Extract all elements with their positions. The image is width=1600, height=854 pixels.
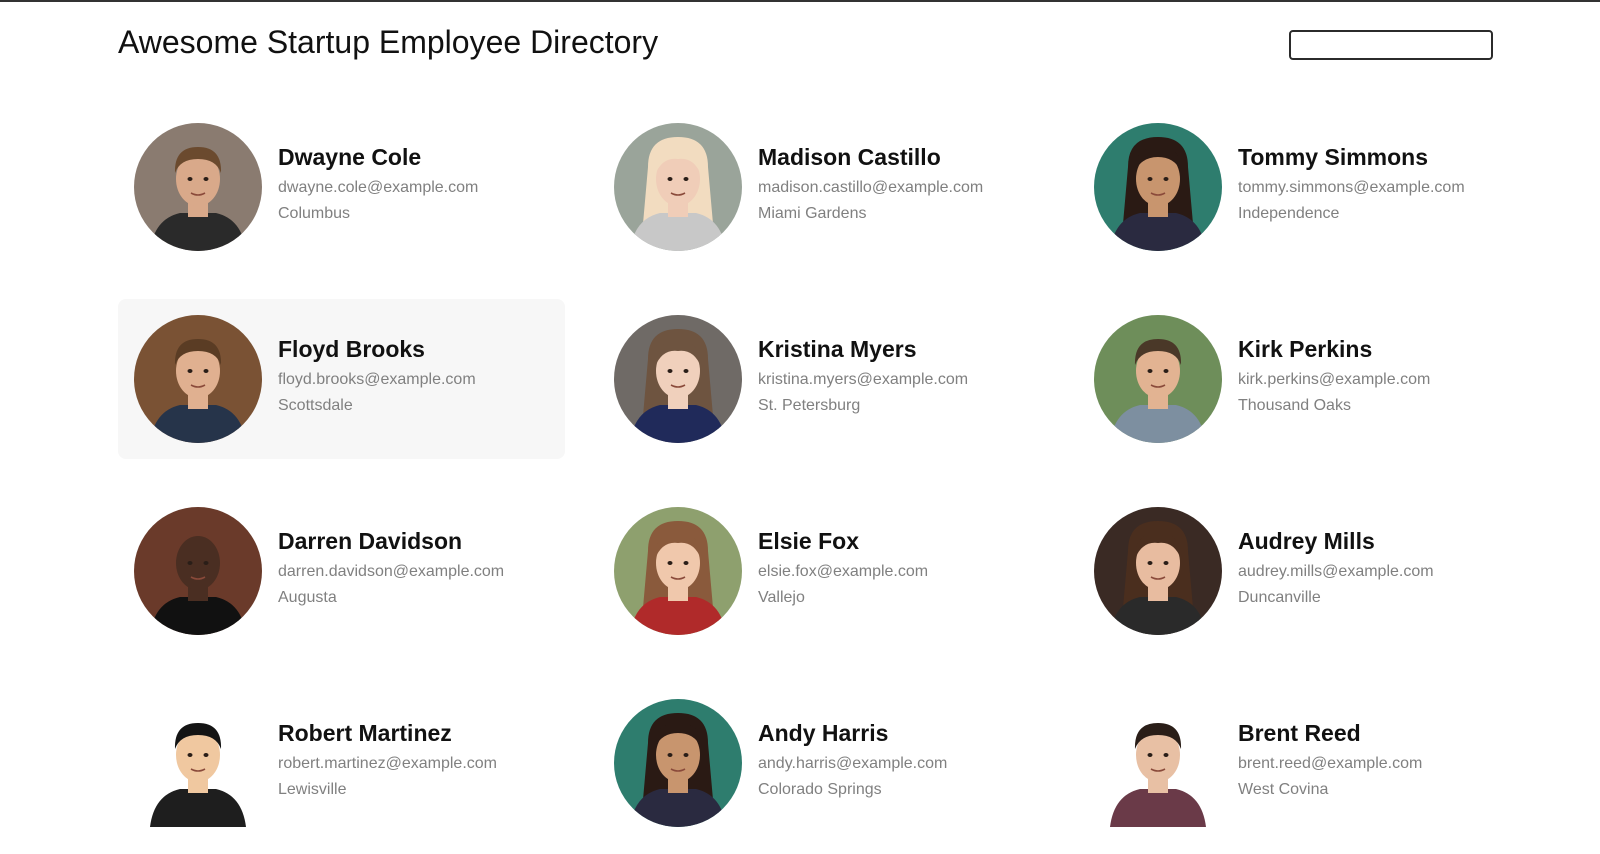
employee-city: Augusta bbox=[278, 589, 337, 606]
avatar bbox=[1094, 315, 1222, 443]
employee-card[interactable]: Kirk Perkins kirk.perkins@example.com Th… bbox=[1078, 299, 1525, 459]
avatar-portrait bbox=[1094, 123, 1222, 251]
avatar bbox=[614, 315, 742, 443]
employee-name: Kirk Perkins bbox=[1238, 336, 1373, 362]
employee-city: Scottsdale bbox=[278, 397, 353, 414]
employee-city: Columbus bbox=[278, 205, 351, 222]
employee-name: Elsie Fox bbox=[758, 528, 859, 554]
avatar-portrait bbox=[1094, 699, 1222, 827]
employee-grid: Dwayne Cole dwayne.cole@example.com Colu… bbox=[118, 107, 1518, 843]
avatar-portrait bbox=[614, 315, 742, 443]
employee-city: Independence bbox=[1238, 205, 1340, 222]
employee-name: Audrey Mills bbox=[1238, 528, 1375, 554]
employee-name: Tommy Simmons bbox=[1238, 144, 1428, 170]
employee-email: kirk.perkins@example.com bbox=[1238, 371, 1431, 388]
employee-card[interactable]: Robert Martinez robert.martinez@example.… bbox=[118, 683, 565, 843]
employee-name: Floyd Brooks bbox=[278, 336, 425, 362]
employee-email: dwayne.cole@example.com bbox=[278, 179, 479, 196]
employee-email: tommy.simmons@example.com bbox=[1238, 179, 1465, 196]
avatar bbox=[614, 699, 742, 827]
employee-info: Kirk Perkins kirk.perkins@example.com Th… bbox=[1238, 335, 1430, 419]
avatar-portrait bbox=[134, 699, 262, 827]
employee-email: elsie.fox@example.com bbox=[758, 563, 929, 580]
employee-email: darren.davidson@example.com bbox=[278, 563, 505, 580]
employee-email: audrey.mills@example.com bbox=[1238, 563, 1434, 580]
employee-card[interactable]: Brent Reed brent.reed@example.com West C… bbox=[1078, 683, 1525, 843]
employee-city: Vallejo bbox=[758, 589, 805, 606]
avatar-portrait bbox=[614, 123, 742, 251]
avatar bbox=[134, 699, 262, 827]
avatar bbox=[1094, 507, 1222, 635]
avatar bbox=[614, 507, 742, 635]
avatar-portrait bbox=[134, 315, 262, 443]
avatar-portrait bbox=[614, 699, 742, 827]
employee-info: Robert Martinez robert.martinez@example.… bbox=[278, 719, 497, 803]
employee-card[interactable]: Audrey Mills audrey.mills@example.com Du… bbox=[1078, 491, 1525, 651]
employee-city: West Covina bbox=[1238, 781, 1329, 798]
employee-email: andy.harris@example.com bbox=[758, 755, 948, 772]
employee-city: Miami Gardens bbox=[758, 205, 867, 222]
avatar bbox=[134, 315, 262, 443]
employee-name: Darren Davidson bbox=[278, 528, 463, 554]
employee-city: Thousand Oaks bbox=[1238, 397, 1351, 414]
employee-info: Madison Castillo madison.castillo@exampl… bbox=[758, 143, 983, 227]
employee-info: Brent Reed brent.reed@example.com West C… bbox=[1238, 719, 1422, 803]
avatar bbox=[134, 507, 262, 635]
avatar-portrait bbox=[1094, 315, 1222, 443]
employee-email: robert.martinez@example.com bbox=[278, 755, 497, 772]
employee-card[interactable]: Madison Castillo madison.castillo@exampl… bbox=[598, 107, 1045, 267]
employee-card[interactable]: Tommy Simmons tommy.simmons@example.com … bbox=[1078, 107, 1525, 267]
employee-info: Darren Davidson darren.davidson@example.… bbox=[278, 527, 504, 611]
avatar-portrait bbox=[614, 507, 742, 635]
employee-card[interactable]: Floyd Brooks floyd.brooks@example.com Sc… bbox=[118, 299, 565, 459]
employee-info: Tommy Simmons tommy.simmons@example.com … bbox=[1238, 143, 1465, 227]
employee-info: Audrey Mills audrey.mills@example.com Du… bbox=[1238, 527, 1434, 611]
employee-card[interactable]: Andy Harris andy.harris@example.com Colo… bbox=[598, 683, 1045, 843]
avatar-portrait bbox=[1094, 507, 1222, 635]
search-input[interactable] bbox=[1289, 30, 1493, 60]
employee-city: Duncanville bbox=[1238, 589, 1321, 606]
employee-name: Andy Harris bbox=[758, 720, 889, 746]
employee-name: Brent Reed bbox=[1238, 720, 1361, 746]
employee-info: Floyd Brooks floyd.brooks@example.com Sc… bbox=[278, 335, 476, 419]
avatar bbox=[1094, 699, 1222, 827]
employee-name: Robert Martinez bbox=[278, 720, 452, 746]
avatar bbox=[614, 123, 742, 251]
employee-info: Elsie Fox elsie.fox@example.com Vallejo bbox=[758, 527, 928, 611]
page-title: Awesome Startup Employee Directory bbox=[118, 24, 659, 60]
avatar bbox=[1094, 123, 1222, 251]
employee-card[interactable]: Dwayne Cole dwayne.cole@example.com Colu… bbox=[118, 107, 565, 267]
employee-info: Dwayne Cole dwayne.cole@example.com Colu… bbox=[278, 143, 478, 227]
employee-email: floyd.brooks@example.com bbox=[278, 371, 476, 388]
employee-email: madison.castillo@example.com bbox=[758, 179, 984, 196]
employee-name: Kristina Myers bbox=[758, 336, 917, 362]
employee-card[interactable]: Darren Davidson darren.davidson@example.… bbox=[118, 491, 565, 651]
employee-info: Kristina Myers kristina.myers@example.co… bbox=[758, 335, 968, 419]
employee-city: Lewisville bbox=[278, 781, 347, 798]
employee-name: Dwayne Cole bbox=[278, 144, 422, 170]
employee-info: Andy Harris andy.harris@example.com Colo… bbox=[758, 719, 947, 803]
employee-city: Colorado Springs bbox=[758, 781, 882, 798]
employee-city: St. Petersburg bbox=[758, 397, 861, 414]
employee-card[interactable]: Elsie Fox elsie.fox@example.com Vallejo bbox=[598, 491, 1045, 651]
avatar-portrait bbox=[134, 123, 262, 251]
top-border bbox=[0, 0, 1600, 2]
avatar-portrait bbox=[134, 507, 262, 635]
employee-name: Madison Castillo bbox=[758, 144, 941, 170]
employee-email: kristina.myers@example.com bbox=[758, 371, 969, 388]
employee-card[interactable]: Kristina Myers kristina.myers@example.co… bbox=[598, 299, 1045, 459]
employee-email: brent.reed@example.com bbox=[1238, 755, 1423, 772]
avatar bbox=[134, 123, 262, 251]
